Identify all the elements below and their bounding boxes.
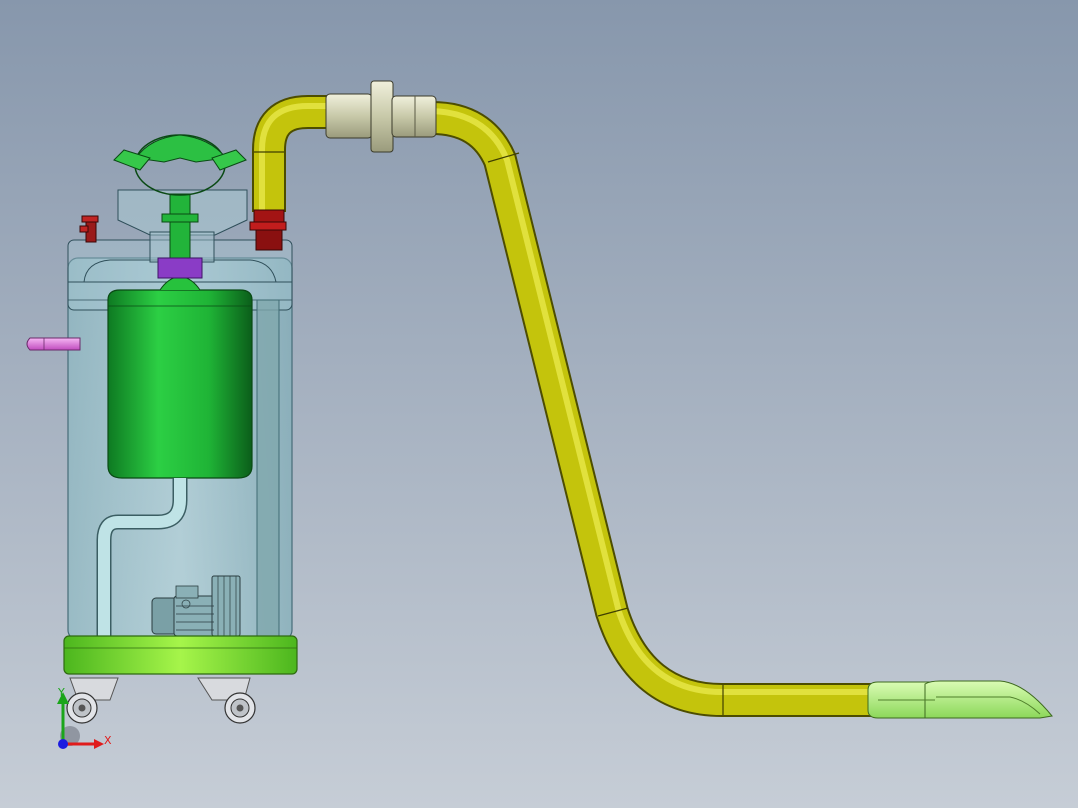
- coupling-flange: [370, 80, 394, 153]
- coupling-right: [391, 95, 437, 138]
- purple-seal: [157, 257, 203, 279]
- x-axis-label: X: [104, 734, 112, 747]
- outlet-port[interactable]: [26, 337, 81, 351]
- assembly-drawing: X Y: [0, 0, 1078, 808]
- z-axis-dot: [58, 739, 68, 749]
- inner-filter-cylinder[interactable]: [107, 275, 253, 479]
- inner-return-pipe: [256, 299, 280, 639]
- cad-viewport[interactable]: X Y: [0, 0, 1078, 808]
- coupling-left: [325, 93, 373, 139]
- y-axis-label: Y: [57, 686, 65, 699]
- tank-base: [63, 635, 298, 675]
